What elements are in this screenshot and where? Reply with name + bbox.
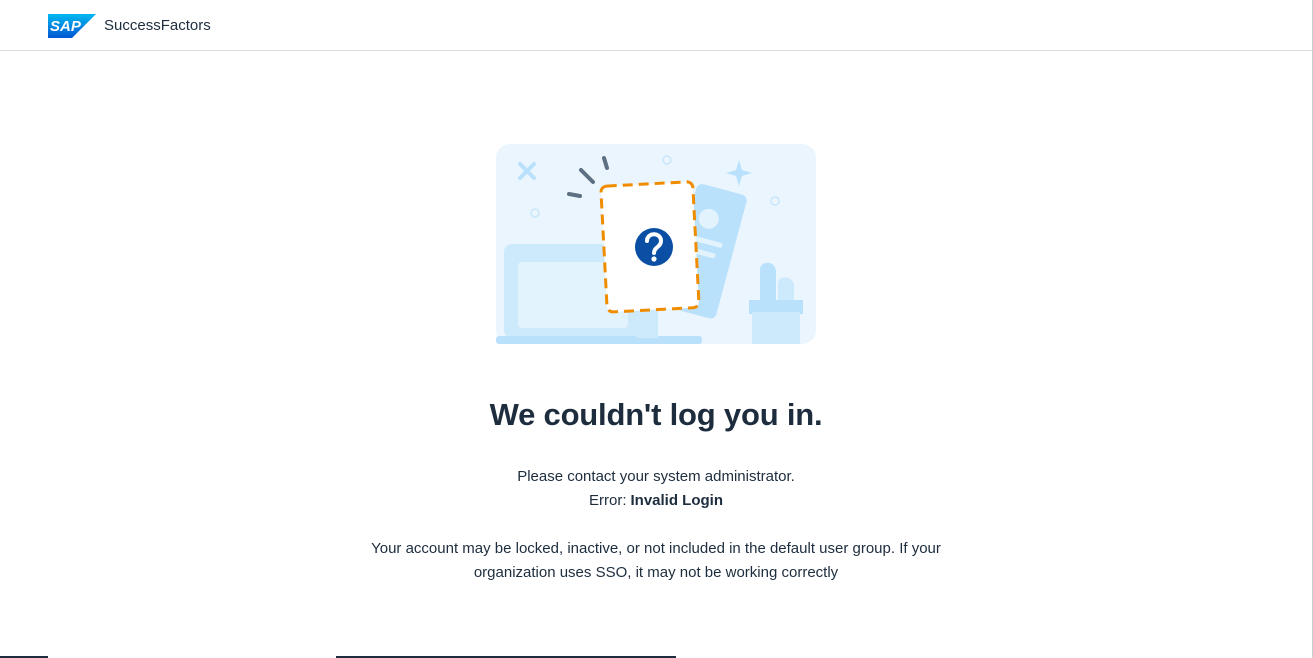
error-note: Your account may be locked, inactive, or… bbox=[371, 540, 941, 581]
sap-logo-icon: SAP bbox=[48, 14, 96, 38]
error-line: Error: Invalid Login bbox=[0, 489, 1312, 513]
error-details: Please contact your system administrator… bbox=[0, 465, 1312, 513]
login-error-page: SAP SuccessFactors We couldn't log you i… bbox=[0, 0, 1313, 658]
question-icon bbox=[635, 228, 673, 266]
error-value: Invalid Login bbox=[630, 492, 724, 509]
shell-bar: SAP SuccessFactors bbox=[0, 0, 1312, 51]
error-title: We couldn't log you in. bbox=[489, 397, 823, 432]
login-error-illustration bbox=[496, 144, 816, 344]
svg-text:SAP: SAP bbox=[50, 18, 82, 35]
contact-admin-text: Please contact your system administrator… bbox=[517, 468, 795, 485]
sap-logo-link[interactable]: SAP bbox=[48, 14, 96, 38]
product-name: SuccessFactors bbox=[104, 17, 211, 34]
error-label: Error: bbox=[589, 492, 627, 509]
